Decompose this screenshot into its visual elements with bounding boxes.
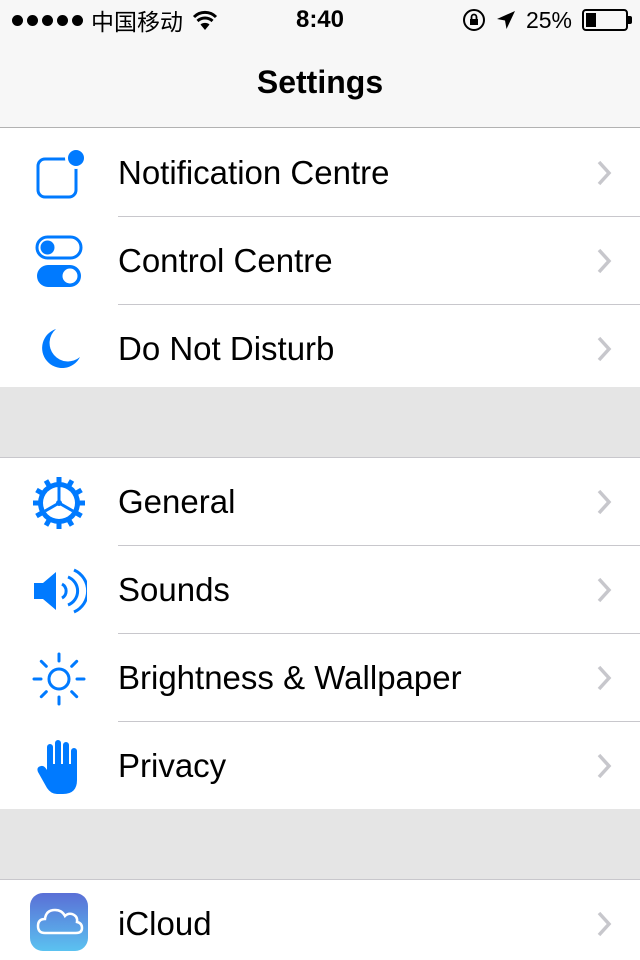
chevron-right-icon: [597, 911, 612, 937]
settings-group-3: iCloud: [0, 879, 640, 960]
control-centre-icon: [30, 233, 88, 291]
settings-group-1: Notification Centre Control Centre Do No…: [0, 129, 640, 394]
chevron-right-icon: [597, 489, 612, 515]
settings-row-brightness-wallpaper[interactable]: Brightness & Wallpaper: [0, 634, 640, 722]
row-label: Control Centre: [118, 242, 333, 279]
battery-fill: [586, 13, 596, 27]
status-bar: 中国移动 8:40 25%: [0, 0, 640, 40]
gear-icon: [30, 474, 88, 532]
settings-row-do-not-disturb[interactable]: Do Not Disturb: [0, 305, 640, 393]
row-label: Sounds: [118, 571, 230, 608]
settings-row-notification-centre[interactable]: Notification Centre: [0, 129, 640, 217]
settings-row-sounds[interactable]: Sounds: [0, 546, 640, 634]
notification-centre-icon: [30, 145, 88, 203]
settings-row-general[interactable]: General: [0, 458, 640, 546]
chevron-right-icon: [597, 577, 612, 603]
speaker-icon: [30, 562, 88, 620]
navigation-bar: Settings: [0, 40, 640, 128]
row-label: General: [118, 483, 236, 520]
row-label: Do Not Disturb: [118, 330, 335, 367]
battery-percent: 25%: [525, 6, 572, 33]
row-label: Brightness & Wallpaper: [118, 659, 462, 696]
page-title: Settings: [256, 64, 384, 100]
settings-row-icloud[interactable]: iCloud: [0, 880, 640, 960]
settings-row-control-centre[interactable]: Control Centre: [0, 217, 640, 305]
row-label: iCloud: [118, 905, 212, 942]
chevron-right-icon: [597, 753, 612, 779]
settings-row-privacy[interactable]: Privacy: [0, 722, 640, 810]
group-spacer: [0, 387, 640, 457]
chevron-right-icon: [597, 336, 612, 362]
battery-icon: [582, 9, 632, 31]
location-icon: [496, 11, 515, 29]
moon-icon: [30, 321, 88, 379]
sun-icon: [30, 650, 88, 708]
hand-icon: [30, 738, 88, 796]
chevron-right-icon: [597, 160, 612, 186]
rotation-lock-icon: [462, 9, 485, 31]
chevron-right-icon: [597, 665, 612, 691]
cloud-icon: [30, 893, 88, 951]
group-spacer: [0, 809, 640, 879]
row-label: Privacy: [118, 747, 227, 784]
chevron-right-icon: [597, 248, 612, 274]
settings-group-2: General Sounds Brightness & Wallpaper Pr…: [0, 457, 640, 811]
status-right: 25%: [462, 6, 632, 34]
row-label: Notification Centre: [118, 154, 390, 191]
